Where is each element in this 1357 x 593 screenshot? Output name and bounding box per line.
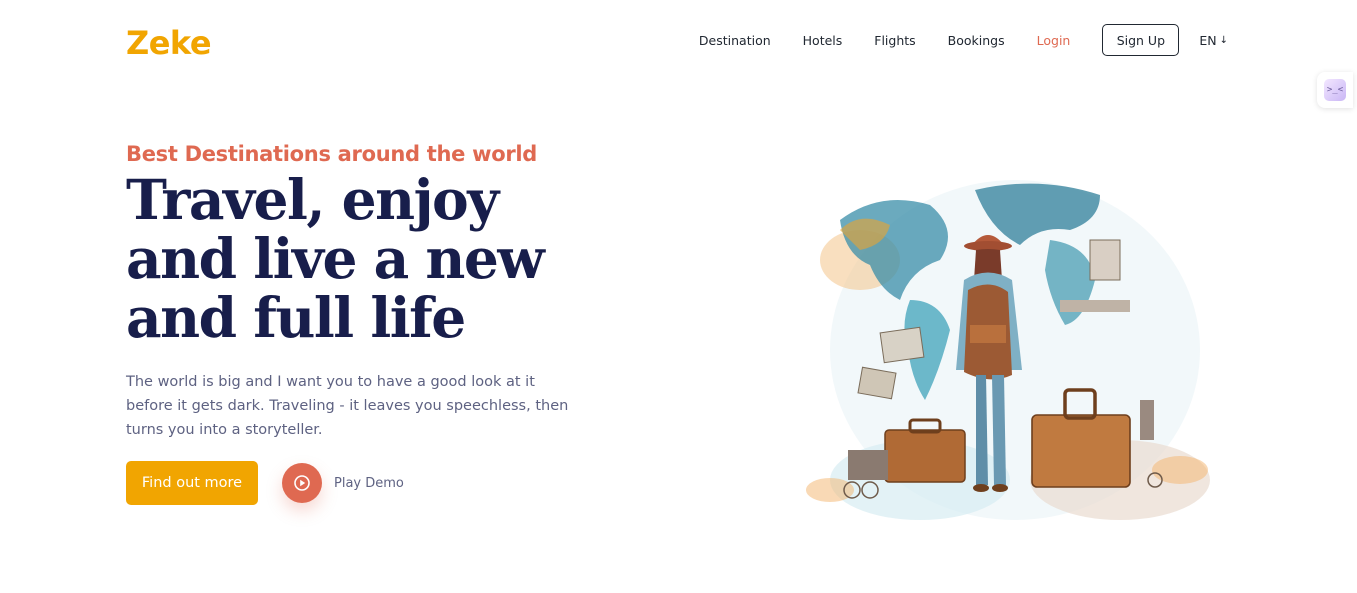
headline-line: and live a new bbox=[126, 226, 545, 291]
signup-button[interactable]: Sign Up bbox=[1102, 24, 1180, 56]
play-demo-button[interactable]: Play Demo bbox=[282, 463, 404, 503]
nav-login[interactable]: Login bbox=[1037, 33, 1071, 48]
language-selector[interactable]: EN ↓ bbox=[1199, 33, 1228, 48]
play-icon bbox=[282, 463, 322, 503]
chevron-down-icon: ↓ bbox=[1219, 34, 1228, 46]
nav-bookings[interactable]: Bookings bbox=[948, 33, 1005, 48]
nav-flights[interactable]: Flights bbox=[874, 33, 915, 48]
extension-icon: >_< bbox=[1324, 79, 1346, 101]
find-out-more-button[interactable]: Find out more bbox=[126, 461, 258, 505]
headline-line: and full life bbox=[126, 285, 466, 350]
main-nav: Destination Hotels Flights Bookings Logi… bbox=[699, 24, 1228, 56]
hero-tagline: Best Destinations around the world bbox=[126, 142, 538, 166]
nav-hotels[interactable]: Hotels bbox=[803, 33, 843, 48]
traveler-illustration bbox=[800, 150, 1220, 545]
hero-headline: Travel, enjoy and live a new and full li… bbox=[126, 170, 596, 347]
hero-description: The world is big and I want you to have … bbox=[126, 374, 569, 438]
nav-destination[interactable]: Destination bbox=[699, 33, 771, 48]
headline-line: Travel, enjoy bbox=[126, 167, 499, 232]
language-label: EN bbox=[1199, 32, 1217, 48]
play-demo-label: Play Demo bbox=[334, 475, 404, 491]
browser-extension-tab[interactable]: >_< bbox=[1317, 72, 1353, 108]
logo[interactable]: Zeke bbox=[126, 24, 212, 62]
